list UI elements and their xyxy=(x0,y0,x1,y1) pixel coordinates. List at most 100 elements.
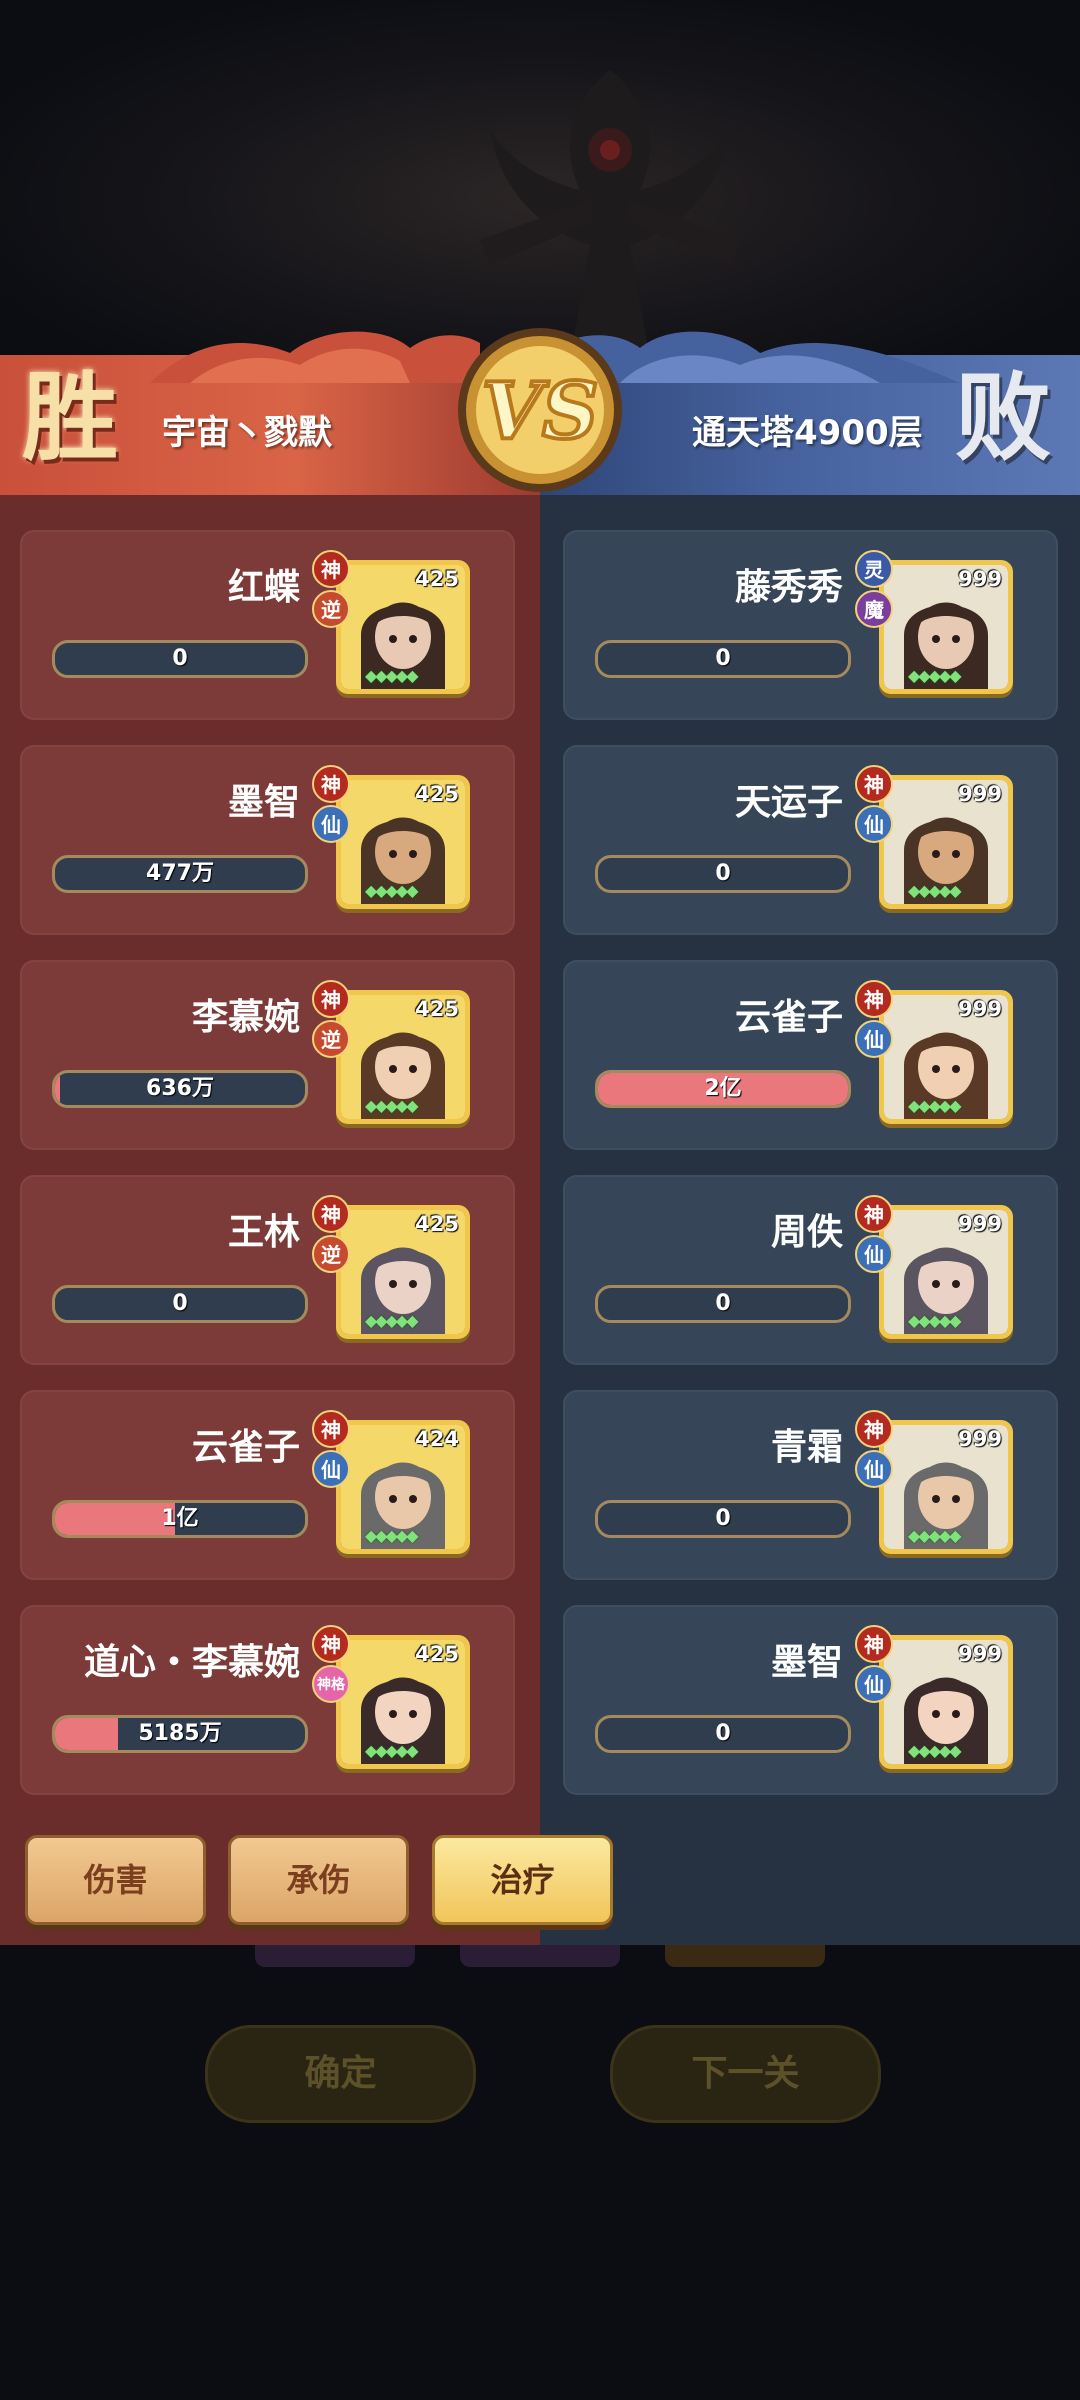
hero-portrait[interactable]: 424 ◆◆◆◆◆ xyxy=(336,1420,470,1554)
hero-level: 999 xyxy=(958,997,1002,1021)
hero-portrait[interactable]: 999 ◆◆◆◆◆ xyxy=(879,1420,1013,1554)
hero-portrait[interactable]: 425 ◆◆◆◆◆ xyxy=(336,1635,470,1769)
stat-bar: 0 xyxy=(595,855,851,893)
faction-badge: 神 xyxy=(855,1195,893,1233)
dim-tab-3 xyxy=(665,1945,825,1967)
star-rank-icon: ◆◆◆◆◆ xyxy=(365,1311,419,1330)
faction-badge: 仙 xyxy=(855,1450,893,1488)
hero-card[interactable]: 道心・李慕婉 5185万 425 ◆◆◆◆◆ 神神格 xyxy=(20,1605,515,1795)
hero-name: 云雀子 xyxy=(734,997,843,1038)
stat-value: 0 xyxy=(715,1721,731,1746)
star-rank-icon: ◆◆◆◆◆ xyxy=(908,1311,962,1330)
faction-badge: 神 xyxy=(312,550,350,588)
faction-badge: 灵 xyxy=(855,550,893,588)
tab-healing[interactable]: 治疗 xyxy=(432,1835,613,1925)
dim-tab-2 xyxy=(460,1945,620,1967)
hero-card[interactable]: 藤秀秀 0 999 ◆◆◆◆◆ 灵魔 xyxy=(563,530,1058,720)
star-rank-icon: ◆◆◆◆◆ xyxy=(365,1096,419,1115)
hero-level: 999 xyxy=(958,567,1002,591)
hero-portrait[interactable]: 999 ◆◆◆◆◆ xyxy=(879,990,1013,1124)
faction-badge: 逆 xyxy=(312,1020,350,1058)
hero-name: 藤秀秀 xyxy=(734,567,843,608)
stat-value: 0 xyxy=(715,1506,731,1531)
tab-damage-taken[interactable]: 承伤 xyxy=(228,1835,409,1925)
stat-value: 0 xyxy=(715,1291,731,1316)
left-player-name: 宇宙丶戮默 xyxy=(162,413,332,453)
right-stage-name: 通天塔4900层 xyxy=(692,413,923,453)
hero-level: 425 xyxy=(415,567,459,591)
faction-badge: 神 xyxy=(312,1410,350,1448)
hero-portrait[interactable]: 425 ◆◆◆◆◆ xyxy=(336,560,470,694)
hero-portrait[interactable]: 999 ◆◆◆◆◆ xyxy=(879,775,1013,909)
faction-badge: 逆 xyxy=(312,1235,350,1273)
faction-badge: 神 xyxy=(312,1195,350,1233)
stat-bar: 0 xyxy=(595,640,851,678)
star-rank-icon: ◆◆◆◆◆ xyxy=(365,881,419,900)
faction-badge: 神 xyxy=(312,765,350,803)
vs-text: VS xyxy=(482,366,599,457)
star-rank-icon: ◆◆◆◆◆ xyxy=(908,1096,962,1115)
faction-badge: 逆 xyxy=(312,590,350,628)
stat-value: 2亿 xyxy=(704,1076,742,1101)
faction-badge: 仙 xyxy=(855,805,893,843)
faction-badge: 神 xyxy=(855,980,893,1018)
hero-card[interactable]: 天运子 0 999 ◆◆◆◆◆ 神仙 xyxy=(563,745,1058,935)
hero-card[interactable]: 云雀子 1亿 424 ◆◆◆◆◆ 神仙 xyxy=(20,1390,515,1580)
red-flame-decoration xyxy=(150,331,480,383)
stat-value: 0 xyxy=(715,861,731,886)
hero-card[interactable]: 王林 0 425 ◆◆◆◆◆ 神逆 xyxy=(20,1175,515,1365)
boss-silhouette-image xyxy=(480,70,740,360)
hero-portrait[interactable]: 999 ◆◆◆◆◆ xyxy=(879,1205,1013,1339)
stat-bar: 5185万 xyxy=(52,1715,308,1753)
hero-card[interactable]: 红蝶 0 425 ◆◆◆◆◆ 神逆 xyxy=(20,530,515,720)
stat-bar: 0 xyxy=(595,1715,851,1753)
faction-badge: 仙 xyxy=(855,1020,893,1058)
hero-portrait[interactable]: 999 ◆◆◆◆◆ xyxy=(879,560,1013,694)
star-rank-icon: ◆◆◆◆◆ xyxy=(908,881,962,900)
faction-badge: 仙 xyxy=(312,805,350,843)
hero-card[interactable]: 青霜 0 999 ◆◆◆◆◆ 神仙 xyxy=(563,1390,1058,1580)
hero-level: 425 xyxy=(415,997,459,1021)
faction-badge: 仙 xyxy=(855,1235,893,1273)
stat-value: 5185万 xyxy=(138,1721,222,1746)
hero-level: 999 xyxy=(958,1642,1002,1666)
stat-bar: 2亿 xyxy=(595,1070,851,1108)
hero-portrait[interactable]: 425 ◆◆◆◆◆ xyxy=(336,1205,470,1339)
stat-bar: 0 xyxy=(595,1500,851,1538)
faction-badge: 神格 xyxy=(312,1665,350,1703)
stat-value: 477万 xyxy=(146,861,214,886)
vs-emblem: VS xyxy=(458,328,622,492)
next-level-button[interactable]: 下一关 xyxy=(610,2025,881,2123)
hero-card[interactable]: 李慕婉 636万 425 ◆◆◆◆◆ 神逆 xyxy=(20,960,515,1150)
stat-bar: 0 xyxy=(52,1285,308,1323)
hero-card[interactable]: 墨智 0 999 ◆◆◆◆◆ 神仙 xyxy=(563,1605,1058,1795)
hero-card[interactable]: 周佚 0 999 ◆◆◆◆◆ 神仙 xyxy=(563,1175,1058,1365)
hero-card[interactable]: 云雀子 2亿 999 ◆◆◆◆◆ 神仙 xyxy=(563,960,1058,1150)
hero-name: 周佚 xyxy=(770,1212,843,1253)
confirm-button[interactable]: 确定 xyxy=(205,2025,476,2123)
stat-value: 0 xyxy=(715,646,731,671)
lose-label: 败 xyxy=(955,361,1051,474)
hero-portrait[interactable]: 425 ◆◆◆◆◆ xyxy=(336,990,470,1124)
dim-tab-1 xyxy=(255,1945,415,1967)
star-rank-icon: ◆◆◆◆◆ xyxy=(365,1741,419,1760)
faction-badge: 仙 xyxy=(855,1665,893,1703)
stat-value: 636万 xyxy=(146,1076,214,1101)
hero-name: 王林 xyxy=(227,1212,300,1253)
hero-card[interactable]: 墨智 477万 425 ◆◆◆◆◆ 神仙 xyxy=(20,745,515,935)
hero-name: 墨智 xyxy=(227,782,300,823)
star-rank-icon: ◆◆◆◆◆ xyxy=(908,666,962,685)
hero-name: 青霜 xyxy=(770,1427,843,1468)
stat-bar: 1亿 xyxy=(52,1500,308,1538)
star-rank-icon: ◆◆◆◆◆ xyxy=(365,1526,419,1545)
tab-damage[interactable]: 伤害 xyxy=(25,1835,206,1925)
hero-level: 999 xyxy=(958,782,1002,806)
hero-name: 墨智 xyxy=(770,1642,843,1683)
hero-portrait[interactable]: 999 ◆◆◆◆◆ xyxy=(879,1635,1013,1769)
stat-bar: 0 xyxy=(52,640,308,678)
hero-name: 云雀子 xyxy=(191,1427,300,1468)
star-rank-icon: ◆◆◆◆◆ xyxy=(908,1741,962,1760)
faction-badge: 神 xyxy=(855,765,893,803)
faction-badge: 神 xyxy=(855,1410,893,1448)
hero-portrait[interactable]: 425 ◆◆◆◆◆ xyxy=(336,775,470,909)
